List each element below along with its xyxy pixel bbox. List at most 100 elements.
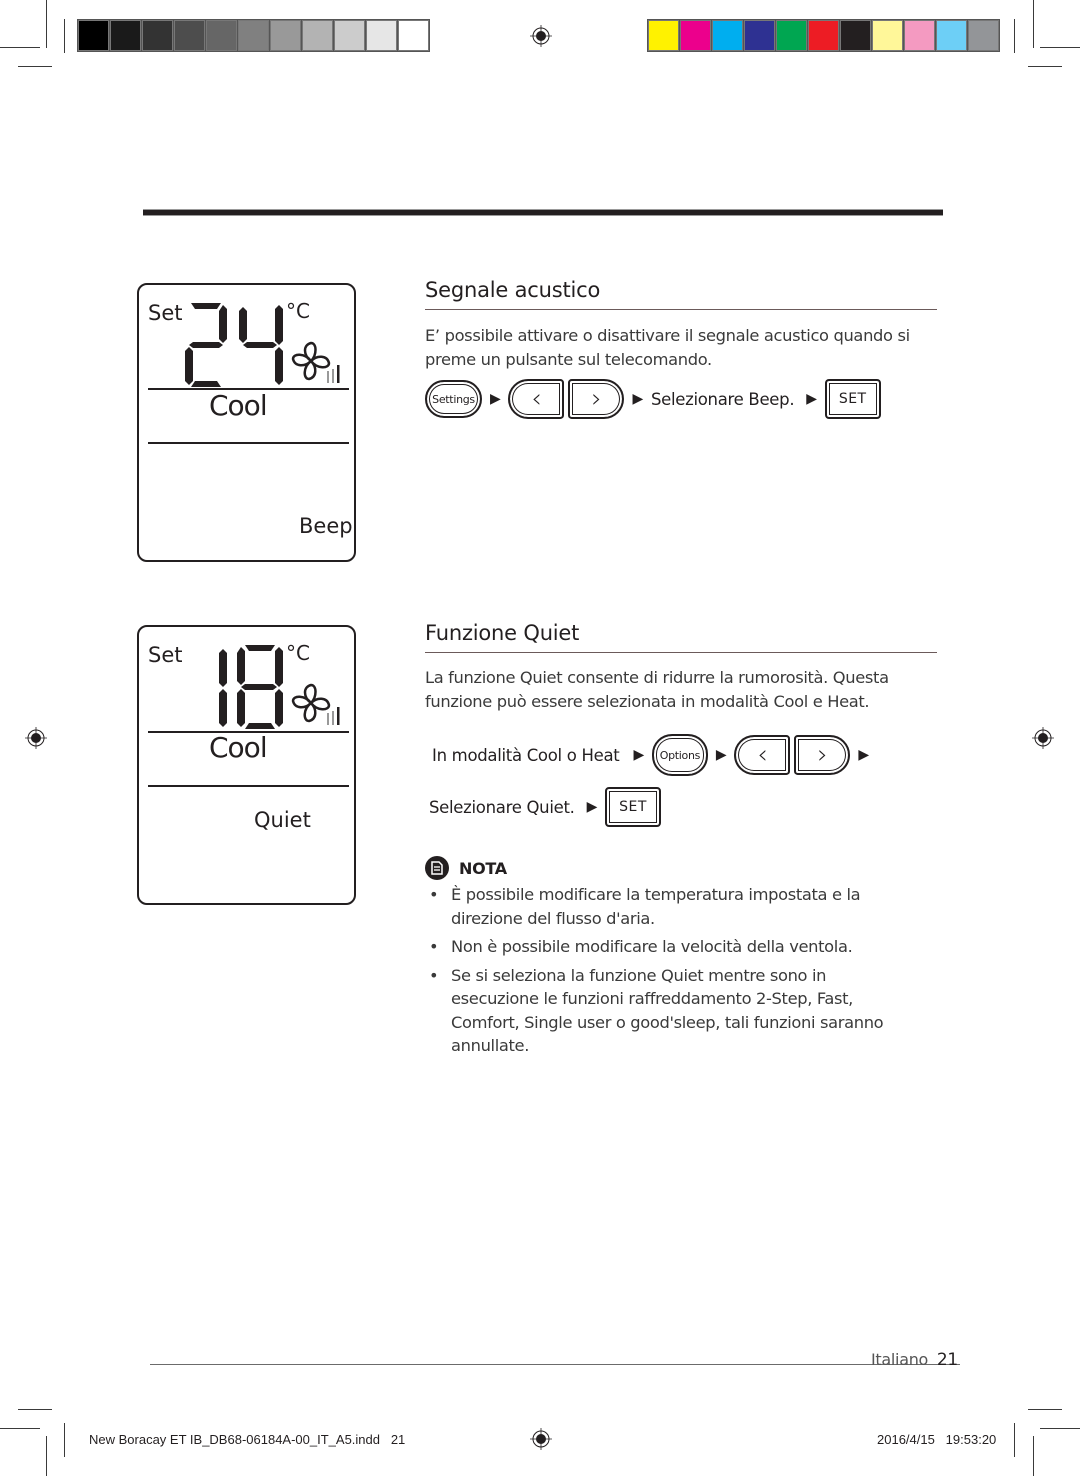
crop-mark xyxy=(64,19,65,53)
registration-mark-icon xyxy=(25,727,47,749)
print-timestamp: 2016/4/15 19:53:20 xyxy=(877,1432,997,1447)
lcd-divider xyxy=(148,785,349,787)
beep-steps: Settings ▶ ‹ › ▶ Selezionare Beep. ▶ SET xyxy=(425,379,881,419)
crop-mark xyxy=(46,0,47,48)
color-swatch xyxy=(110,20,141,51)
right-arrow-button[interactable]: › xyxy=(794,735,851,775)
crop-mark xyxy=(1033,1436,1034,1476)
color-swatch xyxy=(142,20,173,51)
color-swatch xyxy=(712,20,743,51)
page-label: Italiano 21 xyxy=(871,1350,958,1370)
section-title-segnale-acustico: Segnale acustico xyxy=(425,278,601,302)
lcd-divider xyxy=(148,442,349,444)
lcd-mode-label: Cool xyxy=(209,731,268,764)
lcd-set-label: Set xyxy=(148,643,183,667)
note-item: • È possibile modificare la temperatura i… xyxy=(429,885,861,928)
color-swatch xyxy=(206,20,237,51)
left-arrow-button[interactable]: ‹ xyxy=(734,735,791,775)
select-beep-text: Selezionare Beep. xyxy=(650,389,795,409)
lcd-unit-label: °C xyxy=(286,641,310,665)
lcd-display-quiet: Set 18 °C Cool Quiet xyxy=(137,625,356,905)
quiet-steps-line-2: Selezionare Quiet. ▶ SET xyxy=(429,787,662,827)
select-quiet-text: Selezionare Quiet. xyxy=(429,797,575,817)
step-arrow-icon: ▶ xyxy=(490,391,501,407)
step-arrow-icon: ▶ xyxy=(806,391,817,407)
crop-mark xyxy=(18,1409,52,1410)
color-swatch xyxy=(872,20,903,51)
section-description: La funzione Quiet consente di ridurre la… xyxy=(425,668,889,711)
registration-mark-icon xyxy=(530,25,552,47)
color-swatch xyxy=(270,20,301,51)
step-arrow-icon: ▶ xyxy=(858,747,869,763)
color-swatch xyxy=(366,20,397,51)
color-swatch xyxy=(302,20,333,51)
grayscale-color-bar xyxy=(77,19,430,52)
mode-condition-text: In modalità Cool o Heat xyxy=(432,745,620,765)
lcd-mode-label: Cool xyxy=(209,389,268,422)
options-button[interactable]: Options xyxy=(651,734,708,776)
color-swatch xyxy=(238,20,269,51)
quiet-steps-line-1: In modalità Cool o Heat ▶ Options ▶ ‹ › … xyxy=(432,734,877,776)
footer-rule xyxy=(150,1364,960,1365)
left-arrow-button[interactable]: ‹ xyxy=(508,379,565,419)
header-rule xyxy=(143,209,943,216)
crop-mark xyxy=(1040,47,1080,48)
section-description: E’ possibile attivare o disattivare il s… xyxy=(425,326,910,369)
lcd-function-label: Beep xyxy=(299,514,353,538)
crop-mark xyxy=(64,1423,65,1457)
note-label: NOTA xyxy=(459,858,507,878)
color-swatch xyxy=(78,20,109,51)
set-button[interactable]: SET xyxy=(824,379,881,419)
fan-speed-icon xyxy=(291,683,340,725)
color-swatch xyxy=(744,20,775,51)
crop-mark xyxy=(0,1428,40,1429)
color-swatch xyxy=(648,20,679,51)
color-swatch xyxy=(776,20,807,51)
color-swatch xyxy=(936,20,967,51)
file-slug: New Boracay ET IB_DB68-06184A-00_IT_A5.i… xyxy=(89,1432,406,1447)
note-item: • Non è possibile modificare la velocità … xyxy=(429,937,853,956)
crop-mark xyxy=(1014,19,1015,53)
fan-speed-icon xyxy=(291,341,340,383)
step-arrow-icon: ▶ xyxy=(715,747,727,763)
note-list: • È possibile modificare la temperatura i… xyxy=(425,883,925,1063)
color-swatch xyxy=(334,20,365,51)
crop-mark xyxy=(1028,1409,1062,1410)
crop-mark xyxy=(1014,1423,1015,1457)
section-rule xyxy=(425,652,937,653)
registration-mark-icon xyxy=(530,1428,552,1450)
color-swatch xyxy=(904,20,935,51)
color-swatch xyxy=(840,20,871,51)
lcd-set-label: Set xyxy=(148,301,183,325)
lcd-temperature-digits: 24 xyxy=(185,303,283,387)
step-arrow-icon: ▶ xyxy=(632,391,643,407)
color-swatch xyxy=(174,20,205,51)
crop-mark xyxy=(1028,66,1062,67)
lcd-unit-label: °C xyxy=(286,299,310,323)
crop-mark xyxy=(1033,0,1034,48)
color-swatch xyxy=(680,20,711,51)
set-button[interactable]: SET xyxy=(605,787,662,827)
registration-mark-icon xyxy=(1032,727,1054,749)
page-number: 21 xyxy=(936,1350,958,1370)
language-label: Italiano xyxy=(871,1350,929,1369)
section-rule xyxy=(425,309,937,310)
note-document-icon xyxy=(425,856,449,880)
right-arrow-button[interactable]: › xyxy=(568,379,625,419)
step-arrow-icon: ▶ xyxy=(586,799,598,815)
settings-button[interactable]: Settings xyxy=(425,380,482,418)
crop-mark xyxy=(0,47,40,48)
note-item: • Se si seleziona la funzione Quiet mentr… xyxy=(429,965,884,1056)
step-arrow-icon: ▶ xyxy=(633,747,644,763)
lcd-temperature-digits: 18 xyxy=(219,645,283,729)
crop-mark xyxy=(18,66,52,67)
lcd-function-label: Quiet xyxy=(254,808,311,832)
lcd-display-beep: Set 24 °C Cool Beep xyxy=(137,283,356,562)
color-swatch xyxy=(398,20,429,51)
note-header: NOTA xyxy=(425,856,507,880)
section-title-funzione-quiet: Funzione Quiet xyxy=(425,621,580,645)
color-swatch xyxy=(808,20,839,51)
cmyk-color-bar xyxy=(647,19,1000,52)
crop-mark xyxy=(1040,1428,1080,1429)
color-swatch xyxy=(968,20,999,51)
